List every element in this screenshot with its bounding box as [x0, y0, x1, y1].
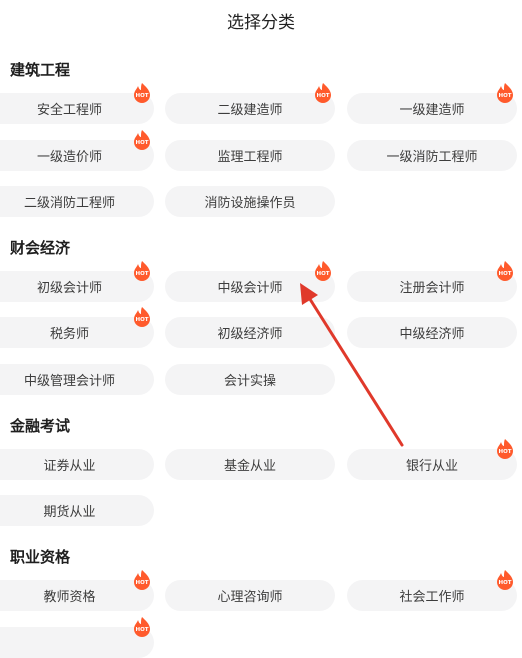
hot-badge-icon: HOT — [134, 307, 150, 327]
hot-badge-icon: HOT — [134, 570, 150, 590]
category-item[interactable]: 一级造价师 HOT — [0, 130, 154, 171]
category-item[interactable]: 消防设施操作员 — [165, 186, 335, 217]
hot-badge-label: HOT — [498, 93, 511, 99]
section-title-finance-exams: 金融考试 — [10, 417, 71, 435]
category-item[interactable]: 初级会计师 HOT — [0, 261, 154, 302]
category-item[interactable]: 二级建造师 HOT — [165, 83, 335, 124]
category-label: 中级会计师 — [217, 281, 283, 296]
hot-badge-label: HOT — [135, 93, 148, 99]
category-item[interactable]: 中级管理会计师 — [0, 364, 154, 395]
hot-badge-icon: HOT — [134, 83, 150, 103]
category-label: 教师资格 — [43, 590, 96, 605]
category-item[interactable]: 教师资格 HOT — [0, 570, 154, 611]
hot-badge-label: HOT — [498, 271, 511, 277]
category-item[interactable]: 监理工程师 — [165, 140, 335, 171]
category-item[interactable]: 证券从业 — [0, 449, 154, 480]
category-label: 银行从业 — [405, 459, 458, 474]
hot-badge-label: HOT — [316, 93, 329, 99]
category-item[interactable]: 期货从业 — [0, 495, 154, 526]
category-label: 社会工作师 — [399, 590, 465, 605]
hot-badge-icon: HOT — [497, 570, 513, 590]
category-label: 注册会计师 — [399, 281, 465, 296]
hot-badge-label: HOT — [135, 140, 148, 146]
category-label: 会计实操 — [223, 374, 276, 389]
category-label: 监理工程师 — [217, 150, 283, 165]
category-label: 税务师 — [49, 327, 89, 342]
hot-badge-icon: HOT — [315, 83, 331, 103]
section-title-finance-accounting: 财会经济 — [10, 239, 71, 257]
category-label: 消防设施操作员 — [204, 196, 296, 211]
hot-badge-icon: HOT — [497, 83, 513, 103]
category-label: 中级经济师 — [399, 327, 465, 342]
category-label: 二级建造师 — [217, 103, 283, 118]
hot-badge-icon: HOT — [134, 617, 150, 637]
hot-badge-icon: HOT — [497, 439, 513, 459]
category-item[interactable]: 注册会计师 HOT — [347, 261, 517, 302]
hot-badge-icon: HOT — [134, 130, 150, 150]
category-label: 一级消防工程师 — [386, 150, 478, 165]
section-title-professional-qualifications: 职业资格 — [10, 548, 71, 566]
hot-badge-label: HOT — [498, 580, 511, 586]
category-item[interactable]: 社会工作师 HOT — [347, 570, 517, 611]
category-item[interactable]: 初级经济师 — [165, 317, 335, 348]
category-label: 二级消防工程师 — [23, 196, 115, 211]
category-label: 证券从业 — [43, 459, 96, 474]
hot-badge-label: HOT — [498, 449, 511, 455]
category-item[interactable]: HOT — [0, 617, 154, 658]
hot-badge-label: HOT — [135, 317, 148, 323]
category-label: 一级建造师 — [399, 103, 465, 118]
section-title-construction: 建筑工程 — [10, 61, 71, 79]
category-label: 期货从业 — [43, 505, 96, 520]
category-item[interactable]: 心理咨询师 — [165, 580, 335, 611]
hot-badge-label: HOT — [316, 271, 329, 277]
category-label: 心理咨询师 — [217, 590, 283, 605]
hot-badge-label: HOT — [135, 271, 148, 277]
category-label: 初级会计师 — [36, 281, 102, 296]
category-label: 初级经济师 — [217, 327, 283, 342]
category-item[interactable]: 中级会计师 HOT — [165, 261, 335, 302]
hot-badge-label: HOT — [135, 580, 148, 586]
category-item[interactable]: 安全工程师 HOT — [0, 83, 154, 124]
category-item[interactable]: 一级建造师 HOT — [347, 83, 517, 124]
page-title: 选择分类 — [227, 13, 295, 33]
hot-badge-label: HOT — [135, 627, 148, 633]
category-item[interactable]: 会计实操 — [165, 364, 335, 395]
category-item[interactable]: 银行从业 HOT — [347, 439, 517, 480]
category-item[interactable]: 税务师 HOT — [0, 307, 154, 348]
category-label: 安全工程师 — [36, 103, 102, 118]
category-item[interactable]: 二级消防工程师 — [0, 186, 154, 217]
category-item[interactable]: 一级消防工程师 — [347, 140, 517, 171]
hot-badge-icon: HOT — [315, 261, 331, 281]
category-label: 一级造价师 — [36, 150, 102, 165]
category-item[interactable]: 基金从业 — [165, 449, 335, 480]
category-label: 基金从业 — [223, 459, 276, 474]
category-item[interactable]: 中级经济师 — [347, 317, 517, 348]
category-label: 中级管理会计师 — [23, 374, 115, 389]
hot-badge-icon: HOT — [134, 261, 150, 281]
hot-badge-icon: HOT — [497, 261, 513, 281]
